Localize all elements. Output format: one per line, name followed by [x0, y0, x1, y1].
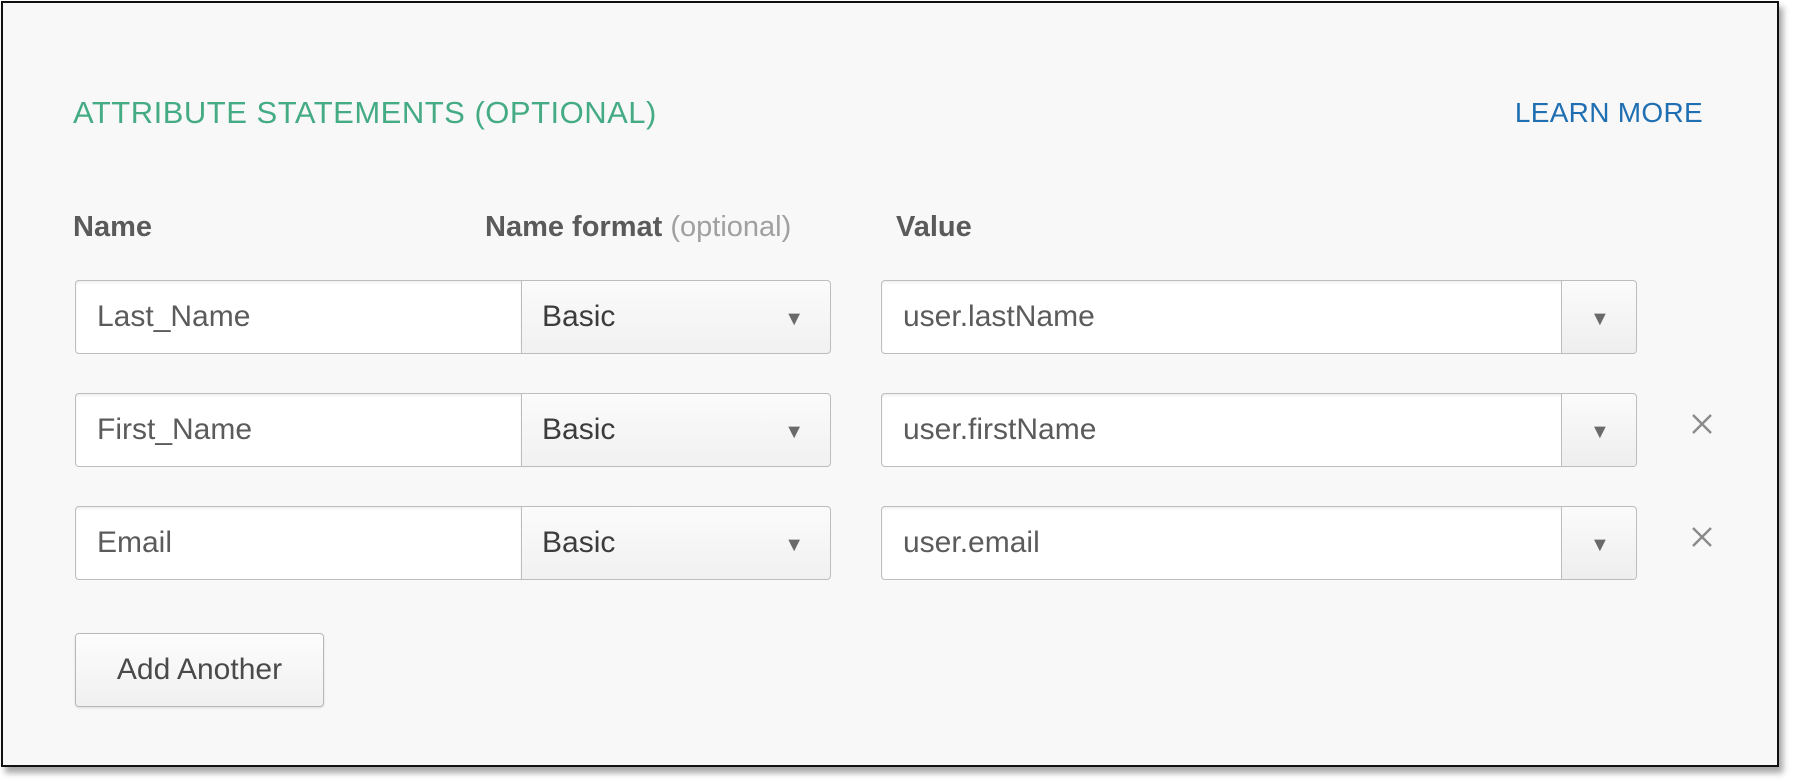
attribute-value-combobox: ▼ [881, 506, 1637, 580]
chevron-down-icon: ▼ [1590, 534, 1610, 556]
attribute-name-input[interactable] [75, 393, 521, 467]
attribute-row: Basic ▼ ▼ [75, 393, 1715, 467]
name-format-label: Name format [485, 211, 663, 243]
chevron-down-icon: ▼ [1590, 421, 1610, 443]
value-dropdown-button[interactable]: ▼ [1561, 507, 1636, 579]
value-dropdown-button[interactable]: ▼ [1561, 281, 1636, 353]
close-icon [1692, 527, 1712, 547]
attribute-row: Basic ▼ ▼ [75, 506, 1715, 580]
name-format-optional-hint: (optional) [670, 211, 792, 243]
attribute-statements-panel: ATTRIBUTE STATEMENTS (OPTIONAL) LEARN MO… [1, 1, 1779, 767]
name-format-value: Basic [542, 413, 616, 446]
learn-more-link[interactable]: LEARN MORE [1515, 93, 1703, 133]
attribute-name-input[interactable] [75, 280, 521, 354]
add-another-button[interactable]: Add Another [75, 633, 324, 707]
column-header-name: Name [73, 211, 152, 243]
attribute-value-combobox: ▼ [881, 280, 1637, 354]
column-header-name-format: Name format (optional) [485, 207, 791, 247]
name-format-select[interactable]: Basic ▼ [521, 393, 831, 467]
chevron-down-icon: ▼ [1590, 308, 1610, 330]
chevron-down-icon: ▼ [784, 421, 804, 443]
attribute-value-input[interactable] [882, 394, 1562, 466]
remove-row-button[interactable] [1685, 407, 1719, 441]
attribute-value-input[interactable] [882, 507, 1562, 579]
chevron-down-icon: ▼ [784, 534, 804, 556]
value-dropdown-button[interactable]: ▼ [1561, 394, 1636, 466]
name-format-select[interactable]: Basic ▼ [521, 506, 831, 580]
chevron-down-icon: ▼ [784, 308, 804, 330]
attribute-row: Basic ▼ ▼ [75, 280, 1715, 354]
remove-row-button[interactable] [1685, 520, 1719, 554]
name-format-select[interactable]: Basic ▼ [521, 280, 831, 354]
column-header-value: Value [896, 211, 972, 243]
name-format-value: Basic [542, 526, 616, 559]
name-format-value: Basic [542, 300, 616, 333]
attribute-value-combobox: ▼ [881, 393, 1637, 467]
attribute-name-input[interactable] [75, 506, 521, 580]
close-icon [1692, 414, 1712, 434]
section-title: ATTRIBUTE STATEMENTS (OPTIONAL) [73, 95, 657, 130]
attribute-value-input[interactable] [882, 281, 1562, 353]
